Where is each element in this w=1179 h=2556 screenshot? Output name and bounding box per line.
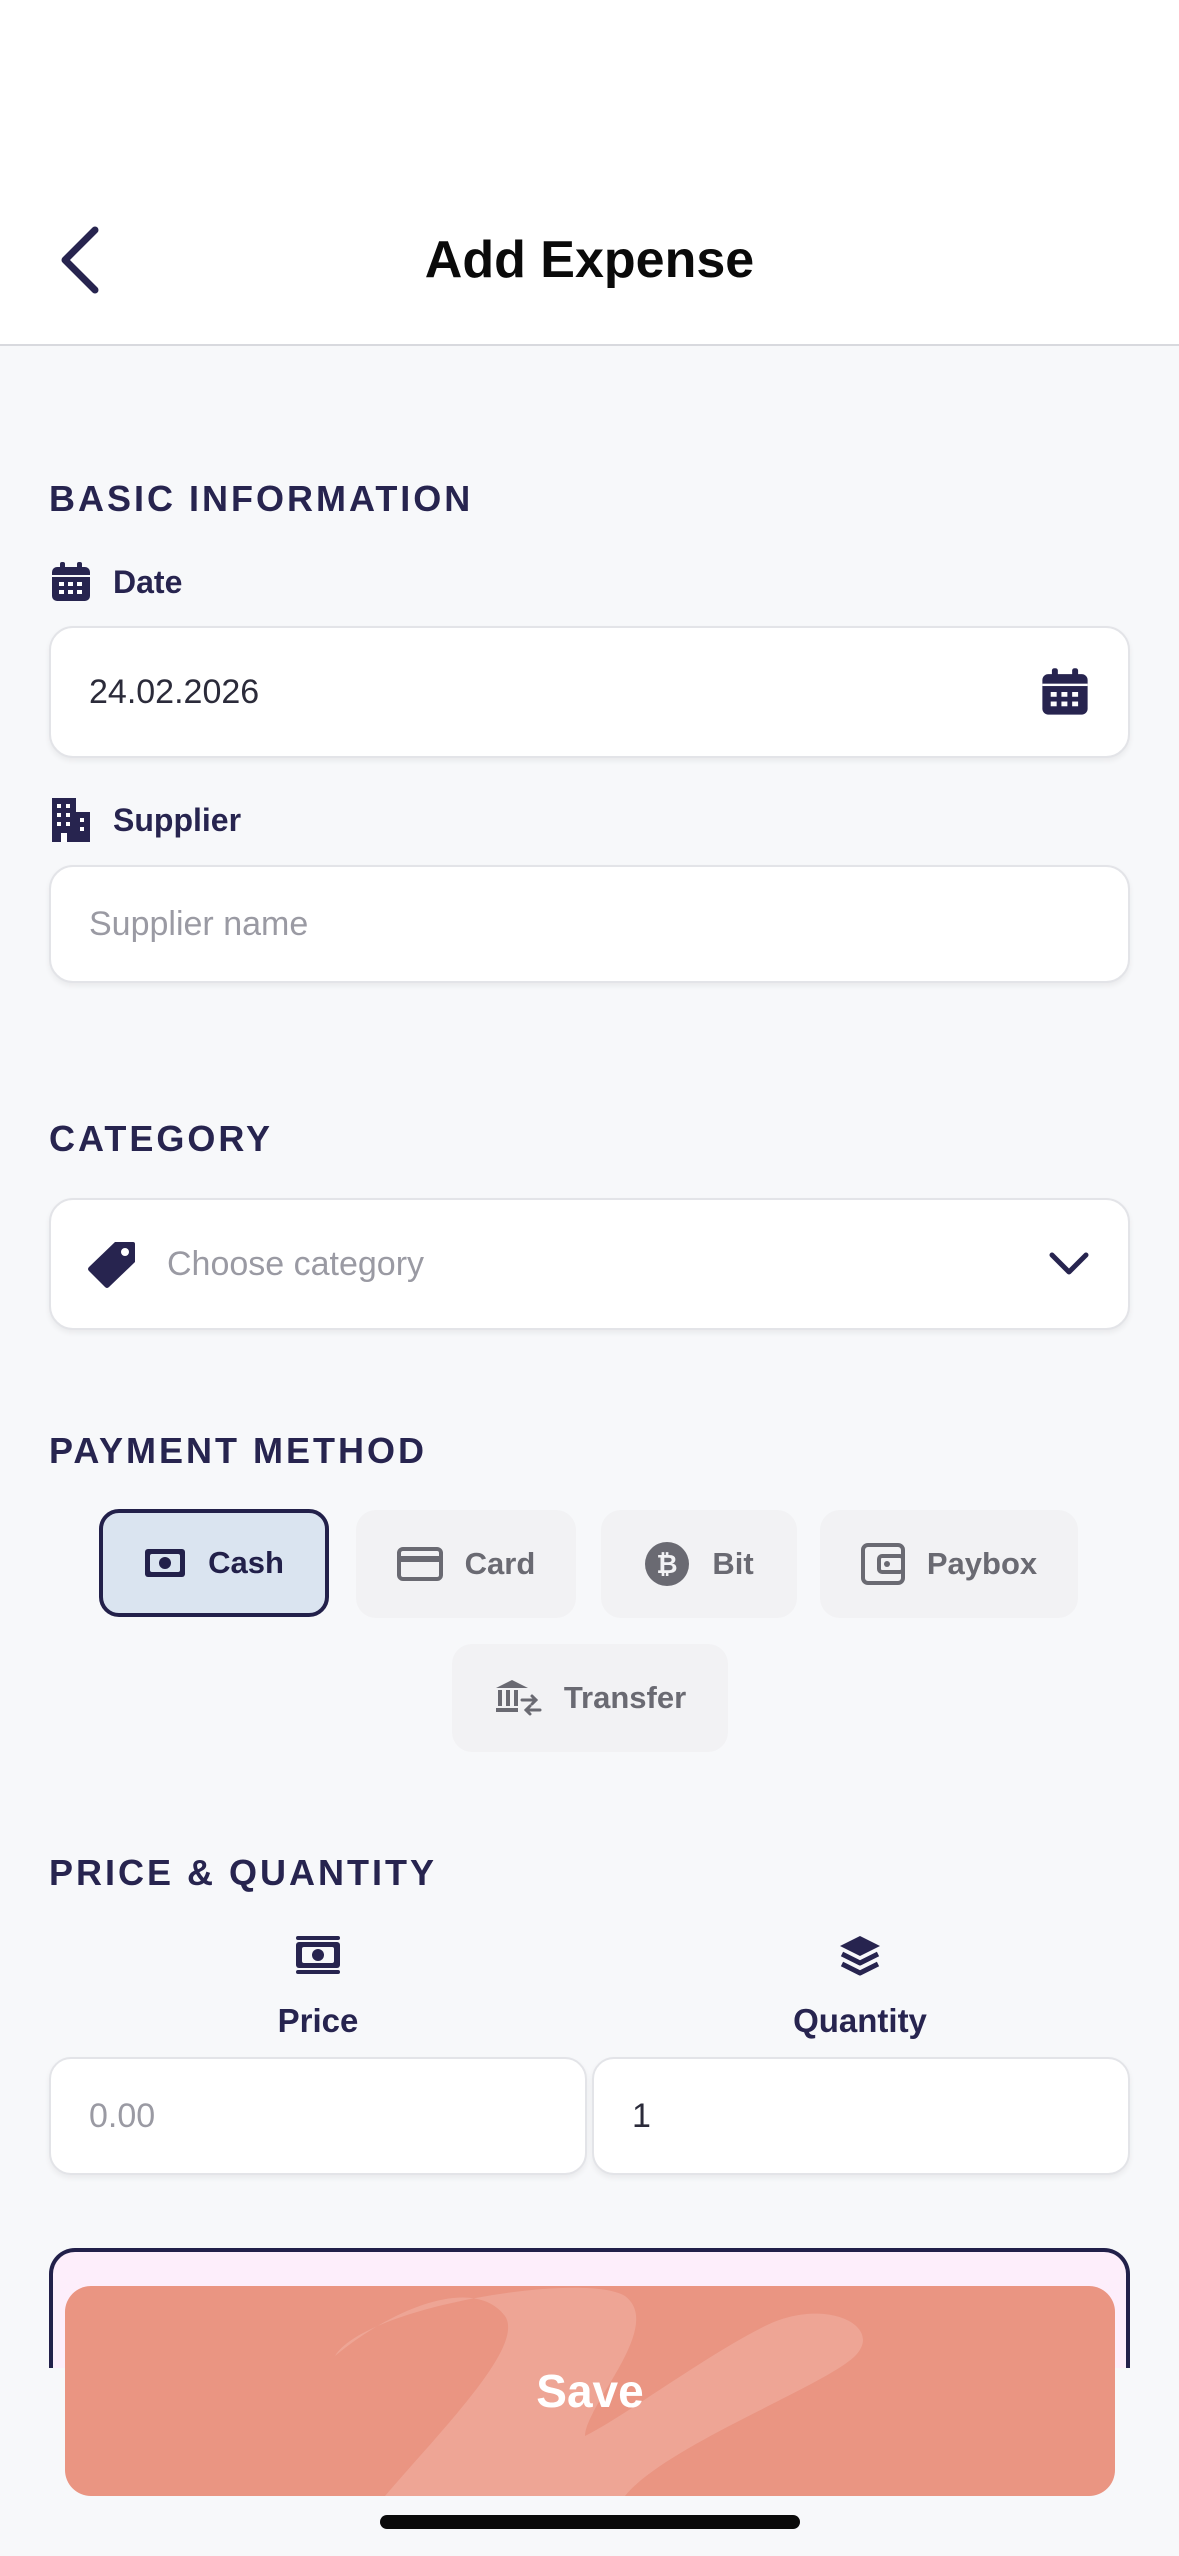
section-title-price-quantity: PRICE & QUANTITY (49, 1852, 438, 1893)
save-button-label: Save (536, 2365, 644, 2417)
home-indicator (380, 2515, 800, 2529)
quantity-value: 1 (632, 2096, 651, 2135)
quantity-input[interactable]: 1 (592, 2057, 1130, 2175)
payment-method-transfer[interactable]: Transfer (452, 1644, 728, 1752)
payment-method-paybox-label: Paybox (926, 1546, 1038, 1581)
bitcoin-icon: ₿ (645, 1542, 690, 1586)
quantity-label: Quantity (793, 2002, 927, 2039)
section-title-category: CATEGORY (49, 1118, 274, 1159)
date-value: 24.02.2026 (89, 672, 260, 711)
payment-method-transfer-label: Transfer (563, 1680, 687, 1715)
category-placeholder: Choose category (167, 1244, 425, 1283)
supplier-label: Supplier (49, 798, 241, 842)
payment-method-cash-label: Cash (208, 1545, 284, 1580)
app-header: Add Expense (0, 150, 1179, 346)
payment-method-cash[interactable]: Cash (99, 1509, 329, 1617)
wallet-icon (860, 1543, 905, 1585)
page-title: Add Expense (424, 231, 755, 289)
status-bar-area (0, 0, 1179, 150)
credit-card-icon (396, 1547, 443, 1581)
price-placeholder: 0.00 (89, 2096, 156, 2135)
section-title-payment-method: PAYMENT METHOD (49, 1430, 428, 1471)
price-input[interactable]: 0.00 (49, 2057, 587, 2175)
payment-method-bit-label: Bit (712, 1546, 754, 1581)
layers-icon (710, 1930, 1010, 1980)
save-button[interactable]: Save (65, 2286, 1115, 2496)
date-label: Date (49, 560, 182, 604)
supplier-label-text: Supplier (113, 801, 242, 838)
section-title-basic-information: BASIC INFORMATION (49, 478, 474, 519)
date-field[interactable]: 24.02.2026 (49, 626, 1130, 758)
payment-method-card-label: Card (464, 1546, 536, 1581)
svg-text:₿: ₿ (657, 1550, 678, 1580)
category-select[interactable]: Choose category (49, 1198, 1130, 1330)
money-icon (168, 1930, 468, 1980)
calendar-picker-icon[interactable] (1040, 667, 1090, 717)
price-label: Price (277, 2002, 359, 2039)
chevron-down-icon (1048, 1251, 1090, 1277)
price-header: Price (168, 1930, 468, 2040)
tag-icon (87, 1239, 137, 1289)
quantity-header: Quantity (710, 1930, 1010, 2040)
bank-transfer-icon (495, 1680, 542, 1716)
cash-icon (145, 1549, 186, 1577)
date-label-text: Date (113, 563, 183, 600)
supplier-input[interactable]: Supplier name (49, 865, 1130, 983)
supplier-placeholder: Supplier name (89, 904, 309, 943)
calendar-icon (49, 560, 93, 604)
payment-method-bit[interactable]: ₿ Bit (601, 1510, 797, 1618)
building-icon (49, 798, 93, 842)
payment-method-paybox[interactable]: Paybox (820, 1510, 1078, 1618)
payment-method-card[interactable]: Card (356, 1510, 576, 1618)
